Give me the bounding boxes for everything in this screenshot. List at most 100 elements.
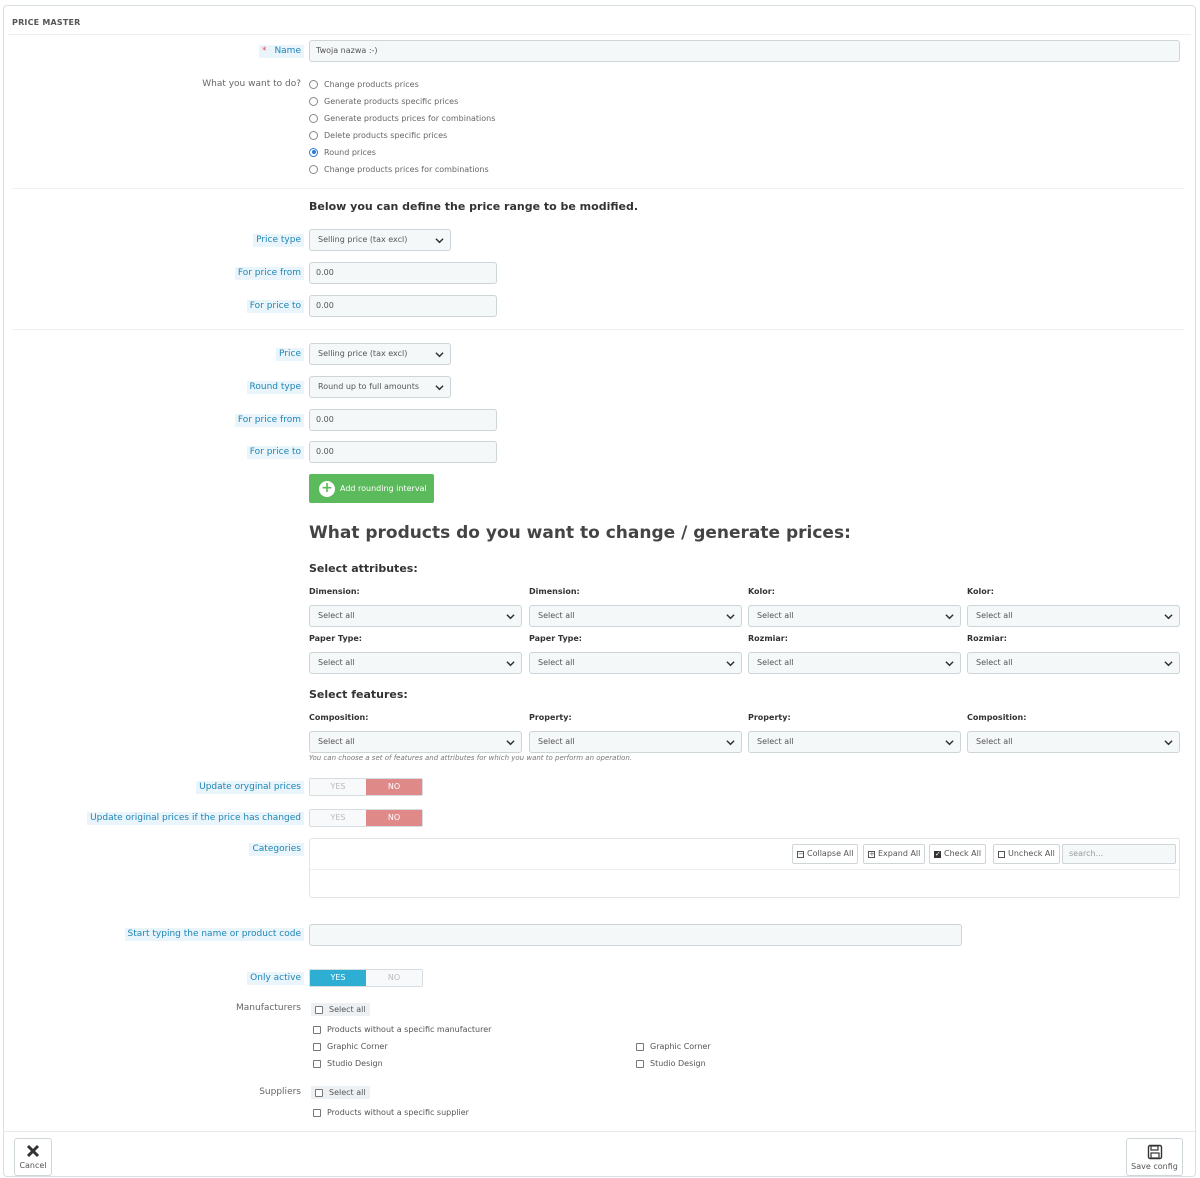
select-value: Select all <box>757 737 794 746</box>
expand-all-button[interactable]: + Expand All <box>863 844 926 864</box>
attribute-select[interactable]: Select all <box>529 605 742 627</box>
round-from-input[interactable]: 0.00 <box>309 409 497 431</box>
products-heading: What products do you want to change / ge… <box>309 523 851 543</box>
divider <box>12 188 1184 189</box>
update-prices-toggle[interactable]: YES NO <box>309 778 423 796</box>
manufacturers-select-all[interactable]: Select all <box>311 1003 370 1016</box>
feature-label: Property: <box>748 713 791 722</box>
action-radio-option[interactable]: Delete products specific prices <box>309 128 447 142</box>
only-active-toggle[interactable]: YES NO <box>309 969 423 987</box>
update-changed-toggle[interactable]: YES NO <box>309 809 423 827</box>
price-type-select[interactable]: Selling price (tax excl) <box>309 229 451 251</box>
checkbox-label: Graphic Corner <box>650 1042 711 1051</box>
feature-select[interactable]: Select all <box>748 731 961 753</box>
radio-icon[interactable] <box>309 96 318 106</box>
toggle-yes[interactable]: YES <box>310 810 366 826</box>
check-all-label: Check All <box>944 849 982 858</box>
attribute-select[interactable]: Select all <box>967 605 1180 627</box>
checkbox-icon <box>313 1025 321 1034</box>
price-label: Price <box>276 348 304 361</box>
add-rounding-interval-button[interactable]: + Add rounding interval <box>309 474 434 503</box>
toggle-no[interactable]: NO <box>366 970 422 986</box>
toggle-yes[interactable]: YES <box>310 970 366 986</box>
action-label: What you want to do? <box>202 79 301 89</box>
manufacturer-none-checkbox[interactable]: Products without a specific manufacturer <box>313 1025 491 1034</box>
category-search-input[interactable]: search... <box>1062 844 1176 864</box>
manufacturer-checkbox[interactable]: Graphic Corner <box>636 1042 711 1051</box>
toggle-yes[interactable]: YES <box>310 779 366 795</box>
round-to-input[interactable]: 0.00 <box>309 441 497 463</box>
action-radio-option[interactable]: Generate products prices for combination… <box>309 111 495 125</box>
checkbox-label: Studio Design <box>650 1059 706 1068</box>
attribute-select[interactable]: Select all <box>309 605 522 627</box>
select-value: Select all <box>976 658 1013 667</box>
check-all-button[interactable]: ✓ Check All <box>929 844 987 864</box>
uncheck-all-button[interactable]: Uncheck All <box>993 844 1060 864</box>
checkbox-empty-icon <box>998 850 1005 858</box>
attribute-select[interactable]: Select all <box>309 652 522 674</box>
add-rounding-interval-label: Add rounding interval <box>340 484 427 493</box>
select-value: Select all <box>318 737 355 746</box>
features-hint: You can choose a set of features and att… <box>309 754 633 762</box>
tree-divider <box>310 869 1179 870</box>
name-input[interactable]: Twoja nazwa :-) <box>309 40 1180 62</box>
checkbox-label: Studio Design <box>327 1059 383 1068</box>
required-marker: * <box>261 46 267 56</box>
price-type-label: Price type <box>253 234 304 247</box>
manufacturers-label: Manufacturers <box>236 1003 301 1013</box>
collapse-icon: − <box>797 849 804 858</box>
radio-icon[interactable] <box>309 164 318 174</box>
feature-label: Composition: <box>309 713 369 722</box>
attribute-label: Paper Type: <box>529 634 583 643</box>
collapse-all-button[interactable]: − Collapse All <box>792 844 859 864</box>
action-radio-option[interactable]: Change products prices for combinations <box>309 162 489 176</box>
checkbox-label: Products without a specific manufacturer <box>327 1025 492 1034</box>
radio-label: Delete products specific prices <box>324 130 448 140</box>
chevron-down-icon <box>506 661 515 667</box>
action-radio-option[interactable]: Generate products specific prices <box>309 94 458 108</box>
chevron-down-icon <box>726 661 735 667</box>
suppliers-select-all[interactable]: Select all <box>311 1086 370 1099</box>
radio-icon[interactable] <box>309 113 318 123</box>
price-select[interactable]: Selling price (tax excl) <box>309 343 451 365</box>
manufacturer-checkbox[interactable]: Graphic Corner <box>313 1042 388 1051</box>
manufacturer-checkbox[interactable]: Studio Design <box>313 1059 383 1068</box>
range-from-input[interactable]: 0.00 <box>309 262 497 284</box>
attribute-label: Dimension: <box>309 587 360 596</box>
checkbox-icon <box>313 1108 321 1117</box>
price-type-value: Selling price (tax excl) <box>318 235 408 244</box>
select-all-label: Select all <box>329 1005 366 1014</box>
price-select-value: Selling price (tax excl) <box>318 349 408 358</box>
round-type-value: Round up to full amounts <box>318 382 420 391</box>
save-config-button[interactable]: Save config <box>1126 1138 1183 1176</box>
range-to-input[interactable]: 0.00 <box>309 295 497 317</box>
feature-select[interactable]: Select all <box>309 731 522 753</box>
attribute-select[interactable]: Select all <box>529 652 742 674</box>
radio-icon[interactable] <box>309 79 318 89</box>
feature-select[interactable]: Select all <box>529 731 742 753</box>
radio-label: Change products prices <box>324 79 419 89</box>
toggle-no[interactable]: NO <box>366 810 422 826</box>
radio-label: Round prices <box>324 147 376 157</box>
manufacturer-checkbox[interactable]: Studio Design <box>636 1059 706 1068</box>
round-type-select[interactable]: Round up to full amounts <box>309 376 451 398</box>
cancel-button[interactable]: Cancel <box>14 1138 52 1176</box>
toggle-no[interactable]: NO <box>366 779 422 795</box>
plus-circle-icon: + <box>319 480 335 497</box>
features-heading: Select features: <box>309 688 408 701</box>
feature-label: Property: <box>529 713 572 722</box>
checkbox-label: Graphic Corner <box>327 1042 388 1051</box>
attribute-select[interactable]: Select all <box>748 652 961 674</box>
supplier-none-checkbox[interactable]: Products without a specific supplier <box>313 1108 469 1117</box>
attribute-select[interactable]: Select all <box>967 652 1180 674</box>
radio-icon[interactable] <box>309 130 318 140</box>
select-value: Select all <box>538 737 575 746</box>
radio-checked-icon[interactable] <box>309 147 318 157</box>
action-radio-option[interactable]: Change products prices <box>309 77 419 91</box>
feature-select[interactable]: Select all <box>967 731 1180 753</box>
product-search-input[interactable] <box>309 924 962 946</box>
update-prices-label: Update oryginal prices <box>196 781 304 794</box>
chevron-down-icon <box>1164 740 1173 746</box>
attribute-select[interactable]: Select all <box>748 605 961 627</box>
action-radio-option[interactable]: Round prices <box>309 145 376 159</box>
